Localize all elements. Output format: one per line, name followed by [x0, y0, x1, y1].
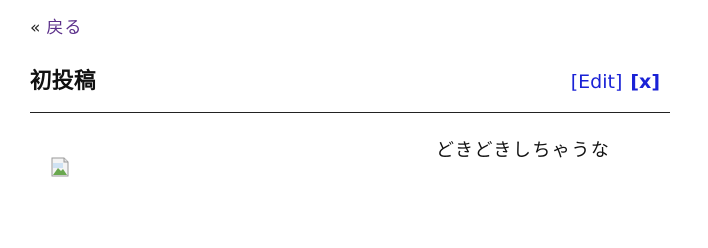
post-title: 初投稿	[30, 69, 97, 94]
title-divider	[30, 112, 670, 113]
post-body-text: どきどきしちゃうな	[436, 140, 611, 161]
edit-link[interactable]: [Edit]	[571, 70, 623, 94]
post-actions: [Edit] [x]	[571, 70, 660, 94]
broken-image-icon	[51, 157, 73, 177]
back-nav: « 戻る	[30, 17, 82, 39]
back-chevron-icon: «	[30, 18, 41, 38]
delete-link[interactable]: [x]	[630, 70, 660, 94]
back-link[interactable]: 戻る	[46, 17, 82, 39]
